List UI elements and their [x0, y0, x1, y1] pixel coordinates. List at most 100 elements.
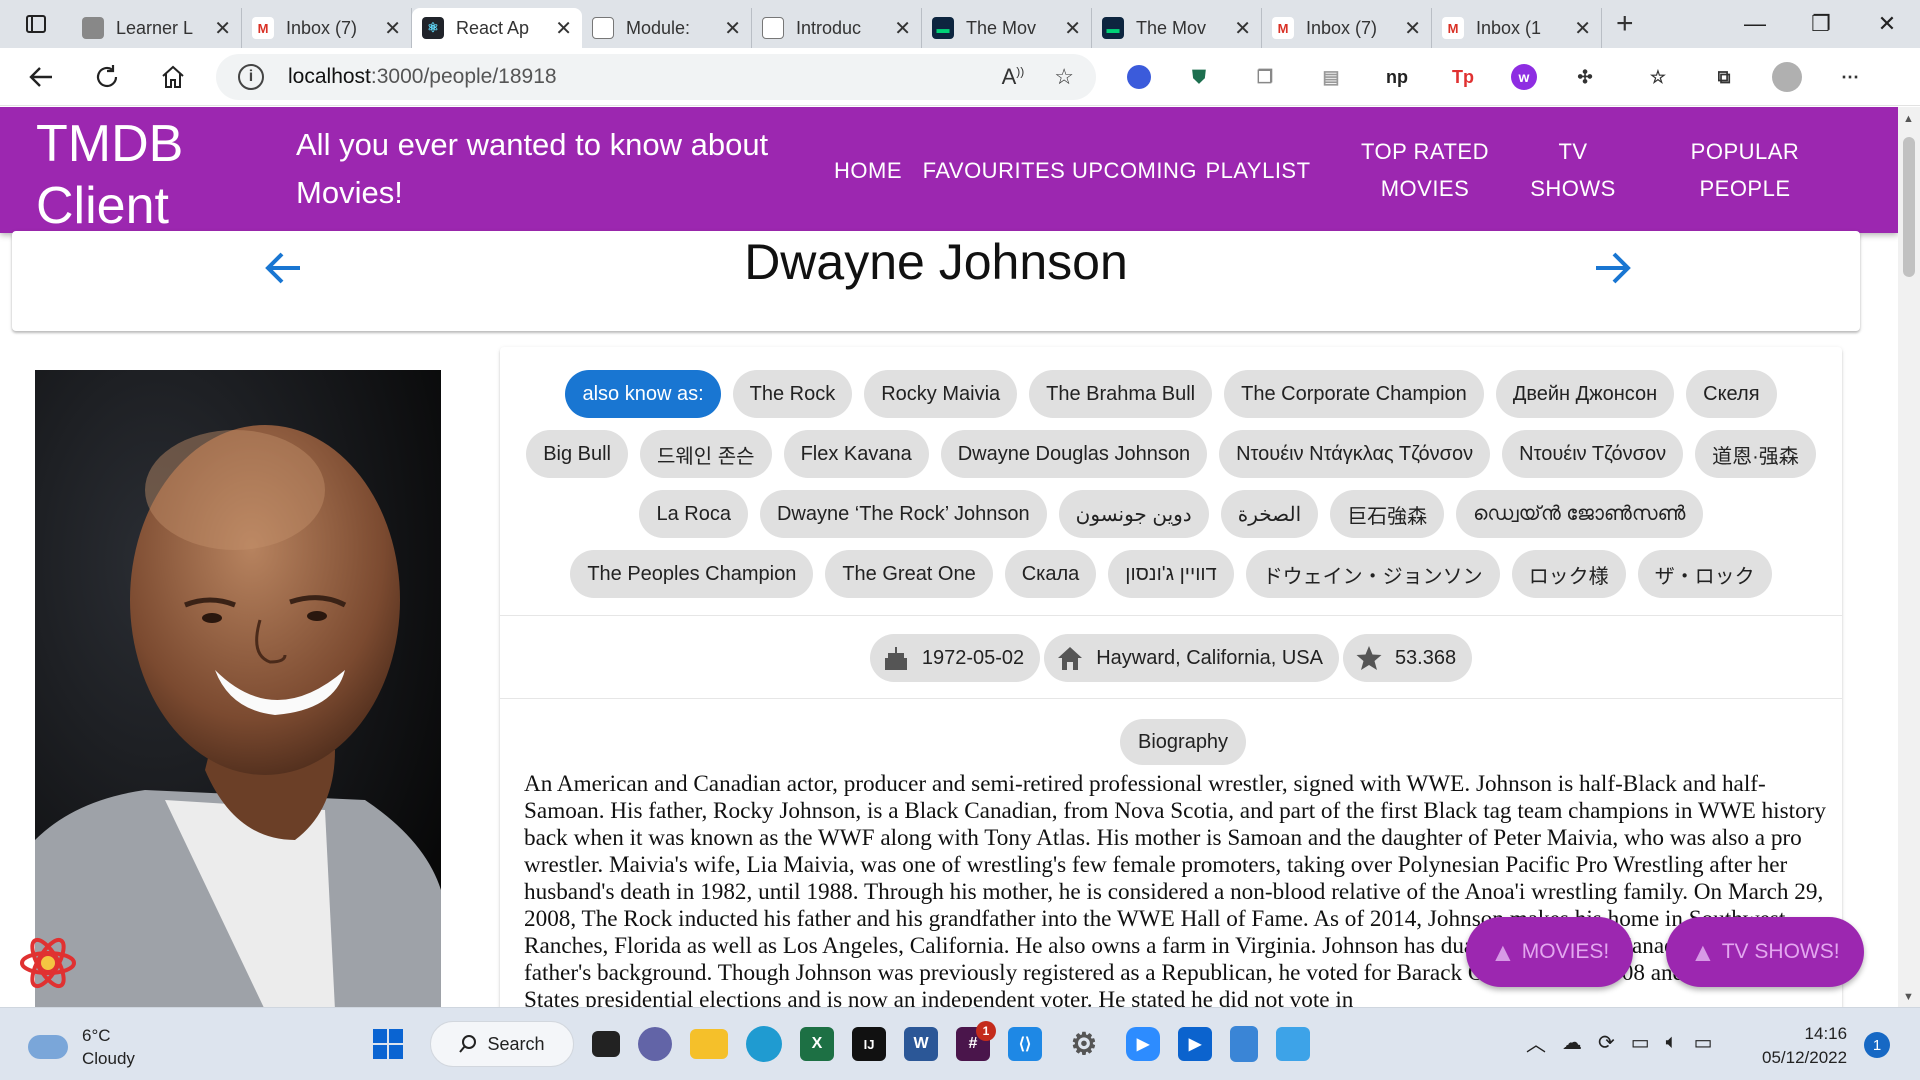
browser-tab-strip: Learner L ✕ M Inbox (7) ✕ ⚛ React Ap ✕ Module: ✕ I…	[0, 0, 1920, 48]
gmail-icon: M	[1442, 17, 1464, 39]
alias-chip: La Roca	[639, 490, 748, 538]
taskbar-clock[interactable]: 14:16 05/12/2022	[1762, 1022, 1847, 1070]
taskbar-search-button[interactable]: Search	[430, 1021, 574, 1067]
onedrive-icon[interactable]: ☁	[1562, 1030, 1582, 1055]
new-tab-button[interactable]: +	[1616, 7, 1634, 41]
tab-close-icon[interactable]: ✕	[1404, 16, 1421, 41]
extension-tp-icon[interactable]: Tp	[1445, 59, 1481, 95]
chat-icon[interactable]	[638, 1027, 672, 1061]
slack-icon[interactable]: #1	[956, 1021, 996, 1061]
nav-popular-people[interactable]: POPULAR PEOPLE	[1690, 133, 1800, 207]
refresh-button[interactable]	[74, 48, 140, 106]
scroll-up-icon[interactable]: ▲	[1903, 113, 1914, 125]
nav-favourites[interactable]: FAVOURITES	[920, 152, 1068, 189]
nav-menu: HOME FAVOURITES UPCOMING PLAYLIST TOP RA…	[826, 107, 1800, 233]
url-field[interactable]: i localhost:3000/people/18918 A)) ☆	[216, 54, 1096, 100]
gmail-icon: M	[252, 17, 274, 39]
excel-icon[interactable]: X	[800, 1027, 834, 1061]
document-icon	[592, 17, 614, 39]
chevron-up-icon[interactable]: ︿	[1526, 1028, 1546, 1057]
page-scrollbar[interactable]: ▲ ▼	[1898, 107, 1920, 1007]
extension-copy-icon[interactable]: ❐	[1247, 59, 1283, 95]
add-favorite-icon[interactable]: ☆	[1054, 64, 1074, 90]
extension-circle-icon[interactable]	[1127, 65, 1151, 89]
tab-close-icon[interactable]: ✕	[894, 16, 911, 41]
search-label: Search	[487, 1033, 545, 1054]
browser-tab[interactable]: ▬ The Mov ✕	[1092, 8, 1262, 48]
url-text: localhost:3000/people/18918	[288, 65, 557, 88]
tab-actions-button[interactable]	[0, 0, 72, 48]
weather-temp: 6°C	[82, 1026, 111, 1045]
settings-more-icon[interactable]: ⋯	[1832, 59, 1868, 95]
extension-shield-icon[interactable]: ⛊	[1181, 59, 1217, 95]
weather-widget[interactable]: 6°C Cloudy	[28, 1024, 135, 1070]
scroll-down-icon[interactable]: ▼	[1903, 991, 1914, 1003]
close-window-button[interactable]: ✕	[1854, 0, 1920, 48]
extension-w-icon[interactable]: w	[1511, 64, 1537, 90]
tab-close-icon[interactable]: ✕	[1574, 16, 1591, 41]
sync-icon[interactable]: ⟳	[1598, 1030, 1615, 1055]
file-explorer-icon[interactable]	[690, 1029, 728, 1059]
tab-title: The Mov	[1136, 17, 1207, 38]
task-view-icon[interactable]	[592, 1031, 620, 1057]
vscode-icon[interactable]: ⟨⟩	[1008, 1027, 1042, 1061]
alias-chip: The Great One	[825, 550, 993, 598]
scrollbar-thumb[interactable]	[1903, 137, 1915, 277]
browser-tab[interactable]: Introduc ✕	[752, 8, 922, 48]
restore-button[interactable]: ❐	[1788, 0, 1854, 48]
nav-playlist[interactable]: PLAYLIST	[1202, 152, 1314, 189]
browser-tab[interactable]: ▬ The Mov ✕	[922, 8, 1092, 48]
site-info-icon[interactable]: i	[238, 64, 264, 90]
tab-close-icon[interactable]: ✕	[1064, 16, 1081, 41]
app-brand[interactable]: TMDB Client	[36, 113, 236, 237]
browser-tab[interactable]: Learner L ✕	[72, 8, 242, 48]
nav-upcoming[interactable]: UPCOMING	[1072, 152, 1197, 189]
settings-gear-icon[interactable]: ⚙	[1060, 1020, 1108, 1068]
back-button[interactable]	[8, 48, 74, 106]
display-icon[interactable]: ▭	[1631, 1030, 1650, 1055]
browser-tab[interactable]: M Inbox (1 ✕	[1432, 8, 1602, 48]
extension-document-icon[interactable]: ▤	[1313, 59, 1349, 95]
tab-close-icon[interactable]: ✕	[555, 16, 572, 41]
zoom-icon[interactable]: ▶	[1126, 1027, 1160, 1061]
start-windows-icon[interactable]	[364, 1020, 412, 1068]
word-icon[interactable]: W	[904, 1027, 938, 1061]
browser-tab[interactable]: M Inbox (7) ✕	[242, 8, 412, 48]
profile-avatar[interactable]	[1772, 62, 1802, 92]
photos-icon[interactable]	[1276, 1027, 1310, 1061]
browser-tab[interactable]: ⚛ React Ap ✕	[412, 8, 582, 48]
extension-np-icon[interactable]: np	[1379, 59, 1415, 95]
react-devtools-icon[interactable]	[18, 933, 78, 993]
media-player-icon[interactable]: ▶	[1178, 1027, 1212, 1061]
extensions-puzzle-icon[interactable]: ✣	[1567, 59, 1603, 95]
read-aloud-icon[interactable]: A))	[1002, 64, 1025, 90]
collections-icon[interactable]: ⧉	[1706, 59, 1742, 95]
app-tagline: All you ever wanted to know about Movies…	[296, 127, 769, 210]
next-arrow-button[interactable]	[1592, 245, 1632, 299]
page-viewport: TMDB Client All you ever wanted to know …	[0, 107, 1898, 1007]
favorites-icon[interactable]: ☆	[1640, 59, 1676, 95]
notepad-icon[interactable]	[1230, 1026, 1258, 1062]
home-button[interactable]	[140, 48, 206, 106]
nav-home[interactable]: HOME	[826, 152, 910, 189]
tv-shows-fab-button[interactable]: ▲ TV SHOWS!	[1666, 917, 1864, 987]
tab-close-icon[interactable]: ✕	[384, 16, 401, 41]
nav-tv-shows[interactable]: TV SHOWS	[1528, 133, 1618, 207]
battery-icon[interactable]: ▭	[1694, 1030, 1713, 1055]
browser-tab[interactable]: M Inbox (7) ✕	[1262, 8, 1432, 48]
edge-browser-icon[interactable]	[746, 1026, 782, 1062]
tmdb-icon: ▬	[932, 17, 954, 39]
person-info-panel: also know as: The Rock Rocky Maivia The Br…	[500, 347, 1842, 1007]
birthday-text: 1972-05-02	[921, 646, 1025, 669]
browser-tab[interactable]: Module: ✕	[582, 8, 752, 48]
movies-fab-button[interactable]: ▲ MOVIES!	[1466, 917, 1634, 987]
aliases-chip-list: also know as: The Rock Rocky Maivia The Br…	[500, 347, 1842, 598]
tab-close-icon[interactable]: ✕	[724, 16, 741, 41]
notification-center-badge[interactable]: 1	[1864, 1032, 1890, 1058]
minimize-button[interactable]: —	[1722, 0, 1788, 48]
nav-top-rated-movies[interactable]: TOP RATED MOVIES	[1360, 133, 1490, 207]
tab-close-icon[interactable]: ✕	[1234, 16, 1251, 41]
volume-icon[interactable]: 🔈︎	[1666, 1031, 1678, 1054]
intellij-icon[interactable]: IJ	[852, 1027, 886, 1061]
tab-close-icon[interactable]: ✕	[214, 16, 231, 41]
